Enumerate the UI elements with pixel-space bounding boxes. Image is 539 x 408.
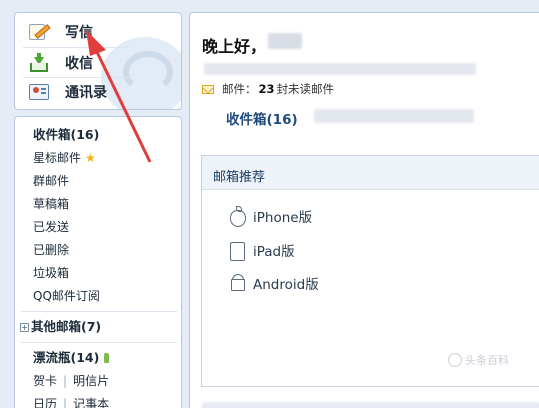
quick-actions-panel: 写信 收信 通讯录	[14, 12, 182, 110]
android-icon	[229, 273, 245, 293]
folder-spam[interactable]: 垃圾箱	[33, 265, 69, 281]
folder-group[interactable]: 群邮件	[33, 173, 69, 189]
watermark: 头条百科	[448, 352, 509, 368]
drift-bottle-label: 漂流瓶(14)	[33, 350, 100, 365]
pencil-icon	[29, 22, 51, 42]
recommend-title: 邮箱推荐	[202, 156, 539, 190]
ipad-app-label: iPad版	[253, 244, 295, 260]
folder-drift-bottle[interactable]: 漂流瓶(14)	[33, 350, 110, 366]
watermark-text: 头条百科	[465, 354, 509, 367]
redacted-account-info	[204, 63, 476, 75]
folder-other-mailboxes[interactable]: + 其他邮箱(7)	[20, 319, 101, 335]
redacted-footer	[202, 402, 539, 408]
folder-subscription[interactable]: QQ邮件订阅	[33, 288, 100, 304]
folder-other-label: 其他邮箱(7)	[31, 319, 102, 334]
android-app-label: Android版	[253, 277, 319, 293]
divider	[21, 311, 177, 312]
folder-starred-label: 星标邮件	[33, 151, 82, 165]
contacts-label: 通讯录	[65, 85, 107, 101]
divider	[23, 47, 131, 48]
unread-suffix: 封未读邮件	[276, 82, 335, 96]
tool-links: 日历 | 记事本	[33, 396, 109, 408]
main-welcome-panel: 晚上好， 邮件： 23 封未读邮件 收件箱(16) 邮箱推荐 iPhone版 iPa…	[189, 12, 539, 408]
unread-count: 23	[258, 82, 275, 96]
write-mail-button[interactable]: 写信	[29, 21, 93, 43]
postcard-link[interactable]: 明信片	[73, 374, 109, 388]
iphone-app-label: iPhone版	[253, 210, 313, 226]
greeting-text: 晚上好，	[202, 37, 267, 56]
redacted-inbox-preview	[314, 109, 474, 123]
greeting-card-link[interactable]: 贺卡	[33, 374, 57, 388]
notepad-link[interactable]: 记事本	[73, 397, 109, 408]
inbox-arrow-icon	[29, 53, 51, 73]
unread-summary: 邮件： 23 封未读邮件	[202, 81, 334, 97]
calendar-link[interactable]: 日历	[33, 397, 57, 408]
folder-deleted[interactable]: 已删除	[33, 242, 69, 258]
mail-label: 邮件：	[222, 82, 257, 96]
ipad-icon	[229, 240, 245, 261]
contacts-button[interactable]: 通讯录	[29, 81, 107, 103]
folder-drafts[interactable]: 草稿箱	[33, 196, 69, 212]
expand-icon[interactable]: +	[20, 323, 29, 332]
folder-inbox[interactable]: 收件箱(16)	[33, 127, 99, 143]
apple-icon	[229, 206, 246, 227]
bottle-icon	[104, 353, 110, 363]
folder-list: 收件箱(16) 星标邮件 ★ 群邮件 草稿箱 已发送 已删除 垃圾箱 QQ邮件订阅…	[14, 116, 182, 408]
android-app-link[interactable]: Android版	[229, 273, 319, 293]
contact-card-icon	[29, 82, 51, 102]
redacted-username	[268, 33, 302, 49]
envelope-icon	[202, 84, 214, 94]
ipad-app-link[interactable]: iPad版	[229, 240, 295, 261]
receive-mail-label: 收信	[65, 56, 93, 72]
write-mail-label: 写信	[65, 25, 93, 41]
separator: |	[63, 374, 68, 388]
divider	[23, 77, 131, 78]
folder-sent[interactable]: 已发送	[33, 219, 69, 235]
receive-mail-button[interactable]: 收信	[29, 52, 93, 74]
iphone-app-link[interactable]: iPhone版	[229, 206, 313, 227]
folder-starred[interactable]: 星标邮件 ★	[33, 150, 96, 166]
divider	[21, 342, 177, 343]
card-links: 贺卡 | 明信片	[33, 373, 109, 389]
star-icon: ★	[85, 151, 96, 165]
separator: |	[63, 397, 68, 408]
watermark-icon	[448, 353, 462, 367]
inbox-summary-link[interactable]: 收件箱(16)	[226, 108, 298, 128]
